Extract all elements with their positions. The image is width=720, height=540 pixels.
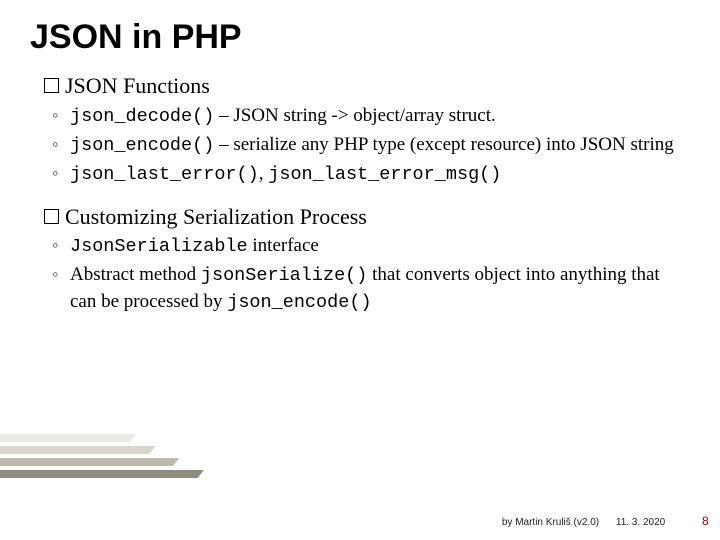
code-token: json_encode(): [70, 135, 214, 156]
section-heading-1-text: JSON Functions: [65, 73, 210, 98]
bullet-list-2: JsonSerializable interface Abstract meth…: [44, 233, 680, 316]
slide: JSON in PHP JSON Functions json_decode()…: [0, 0, 720, 540]
list-item: JsonSerializable interface: [44, 233, 680, 260]
list-item: json_encode() – serialize any PHP type (…: [44, 132, 680, 159]
list-item: Abstract method jsonSerialize() that con…: [44, 262, 680, 316]
code-token: json_last_error(): [70, 164, 259, 185]
stripe: [0, 446, 155, 454]
page-number: 8: [702, 514, 720, 528]
checkbox-icon: [44, 78, 59, 93]
stripe: [0, 470, 204, 478]
slide-footer: by Martin Kruliš (v2.0) 11. 3. 2020: [488, 517, 702, 528]
code-token: JsonSerializable: [70, 236, 248, 257]
decorative-stripes: [0, 430, 235, 520]
code-token: json_last_error_msg(): [268, 164, 501, 185]
list-item: json_decode() – JSON string -> object/ar…: [44, 103, 680, 130]
list-item-text: ,: [259, 163, 269, 184]
section-heading-1: JSON Functions: [44, 71, 680, 101]
section-heading-2: Customizing Serialization Process: [44, 202, 680, 232]
list-item: json_last_error(), json_last_error_msg(): [44, 161, 680, 188]
code-token: jsonSerialize(): [201, 265, 368, 286]
section-heading-2-text: Customizing Serialization Process: [65, 204, 367, 229]
slide-title: JSON in PHP: [0, 0, 720, 57]
code-token: json_decode(): [70, 106, 214, 127]
checkbox-icon: [44, 209, 59, 224]
list-item-text: – serialize any PHP type (except resourc…: [214, 134, 673, 155]
stripe: [0, 458, 180, 466]
list-item-text: Abstract method: [70, 264, 201, 285]
stripe: [0, 434, 136, 442]
slide-content: JSON Functions json_decode() – JSON stri…: [0, 57, 720, 316]
list-item-text: – JSON string -> object/array struct.: [214, 105, 495, 126]
footer-author: by Martin Kruliš (v2.0): [502, 517, 599, 528]
footer-date: 11. 3. 2020: [616, 517, 665, 528]
list-item-text: interface: [248, 235, 319, 256]
code-token: json_encode(): [227, 292, 371, 313]
bullet-list-1: json_decode() – JSON string -> object/ar…: [44, 103, 680, 188]
